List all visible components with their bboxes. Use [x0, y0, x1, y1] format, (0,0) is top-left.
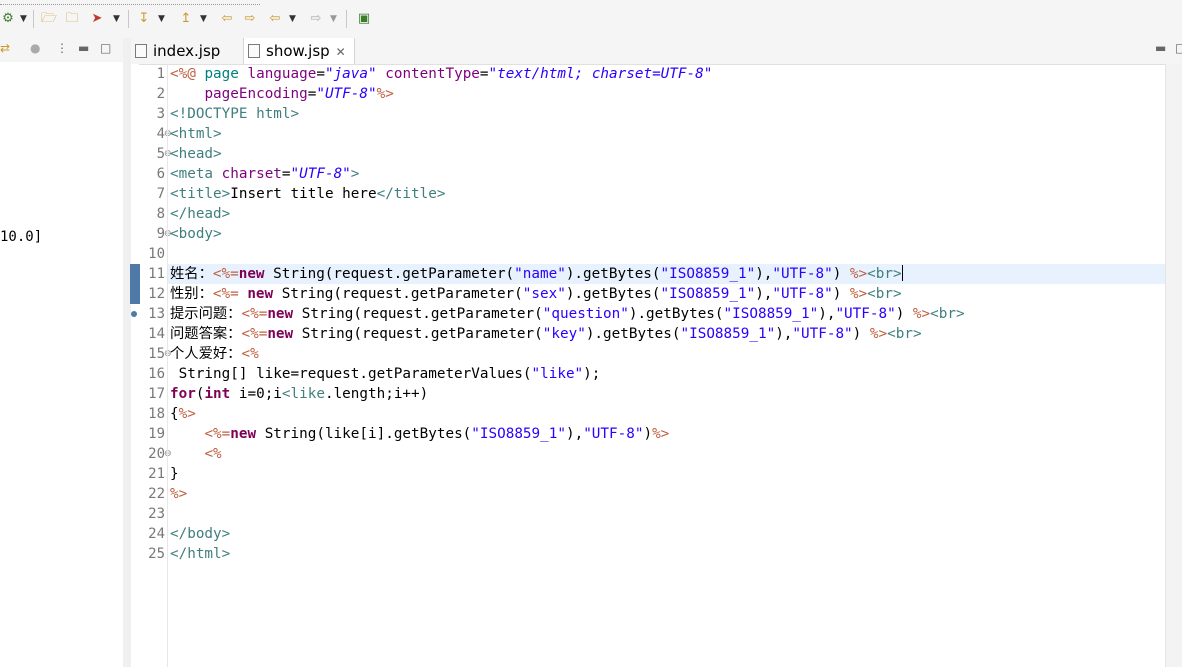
open-type-icon[interactable]: 🗀 [64, 11, 80, 27]
tab-index-jsp[interactable]: index.jsp [131, 38, 243, 64]
menu-bar-remnant [0, 0, 260, 5]
left-view-panel: ⇄ ● ⋮ ▬ □ 10.0] [0, 38, 124, 667]
forward-icon[interactable]: ⇨ [308, 11, 324, 27]
line-number: 19 [148, 426, 165, 442]
code-line[interactable]: <body> [170, 224, 222, 244]
line-number: 22 [148, 486, 165, 502]
annotation-ruler [130, 64, 140, 667]
previous-annotation-icon[interactable]: ↥ [178, 11, 194, 27]
line-number: 25 [148, 546, 165, 562]
line-number: 10 [148, 246, 165, 262]
line-number: 16 [148, 366, 165, 382]
code-line[interactable]: 提示问题：<%=new String(request.getParameter(… [170, 304, 965, 324]
editor-tabs: index.jsp show.jsp ✕ ▬ □ [131, 38, 1182, 65]
text-caret [901, 265, 903, 281]
code-line[interactable]: <html> [170, 124, 222, 144]
minimize-icon[interactable]: ▬ [78, 41, 89, 55]
tab-label: show.jsp [266, 42, 330, 60]
code-line[interactable]: 个人爱好：<% [170, 344, 259, 364]
left-view-text: 10.0] [0, 229, 43, 245]
toolbar-separator [128, 10, 129, 28]
line-number: 21 [148, 466, 165, 482]
line-number: 7 [156, 186, 165, 202]
next-annotation-icon[interactable]: ↧ [136, 11, 152, 27]
line-number: 20 [148, 446, 165, 462]
line-number-gutter: 1 2 3 4 5 6 7 8 9 10 11 12 13 14 15 16 1… [139, 64, 171, 667]
code-line[interactable]: <head> [170, 144, 222, 164]
code-line[interactable]: <title>Insert title here</title> [170, 184, 445, 204]
link-editor-icon[interactable]: ⇄ [0, 41, 10, 55]
line-number: 5 [156, 146, 165, 162]
toolbar-separator [33, 10, 34, 28]
line-number: 23 [148, 506, 165, 522]
close-tab-icon[interactable]: ✕ [336, 45, 346, 59]
code-line[interactable]: } [170, 464, 179, 484]
code-line[interactable]: {%> [170, 404, 196, 424]
line-number: 15 [148, 346, 165, 362]
new-server-dropdown-icon[interactable]: ▼ [20, 14, 27, 24]
line-number: 9 [156, 226, 165, 242]
previous-annotation-dropdown-icon[interactable]: ▼ [200, 14, 207, 24]
code-lines[interactable]: <%@ page language="java" contentType="te… [167, 64, 1166, 667]
line-number: 8 [156, 206, 165, 222]
tab-label: index.jsp [153, 42, 221, 60]
jsp-file-icon [135, 44, 147, 58]
run-dropdown-icon[interactable]: ▼ [113, 14, 120, 24]
code-editor[interactable]: 1 2 3 4 5 6 7 8 9 10 11 12 13 14 15 16 1… [130, 64, 1166, 667]
line-number: 13 [148, 306, 165, 322]
line-number: 12 [148, 286, 165, 302]
code-line[interactable]: <!DOCTYPE html> [170, 104, 299, 124]
tab-show-jsp[interactable]: show.jsp ✕ [243, 38, 355, 64]
new-server-icon[interactable]: ⚙ [0, 11, 16, 27]
sash[interactable] [123, 38, 131, 667]
code-line[interactable]: </html> [170, 544, 230, 564]
pin-editor-icon[interactable]: ▣ [356, 11, 372, 27]
code-line[interactable]: <%@ page language="java" contentType="te… [170, 64, 712, 84]
code-line[interactable]: <% [170, 444, 221, 464]
code-line[interactable]: 性别：<%= new String(request.getParameter("… [170, 284, 902, 304]
line-number: 3 [156, 106, 165, 122]
code-line[interactable]: 姓名：<%=new String(request.getParameter("n… [170, 264, 903, 284]
edit-location-icon[interactable]: ⇨ [242, 11, 258, 27]
editor-area: index.jsp show.jsp ✕ ▬ □ 1 2 3 4 5 6 7 8 … [130, 38, 1182, 667]
last-edit-icon[interactable]: ⇦ [219, 11, 235, 27]
vertical-scrollbar[interactable] [1165, 64, 1182, 667]
maximize-icon[interactable]: □ [100, 41, 111, 55]
line-number: 24 [148, 526, 165, 542]
forward-dropdown-icon[interactable]: ▼ [330, 14, 337, 24]
line-number: 14 [148, 326, 165, 342]
toolbar-separator [346, 10, 347, 28]
left-view-toolbar: ⇄ ● ⋮ ▬ □ [0, 38, 123, 62]
line-number: 1 [156, 66, 165, 82]
main-toolbar: ⚙ ▼ 🗁 🗀 ➤ ▼ ↧ ▼ ↥ ▼ ⇦ ⇨ ⇦ ▼ ⇨ ▼ ▣ [0, 0, 1182, 39]
line-number: 2 [156, 86, 165, 102]
line-number: 18 [148, 406, 165, 422]
code-line[interactable]: <%=new String(like[i].getBytes("ISO8859_… [170, 424, 669, 444]
view-menu-icon[interactable]: ⋮ [56, 41, 68, 55]
code-line[interactable]: </body> [170, 524, 230, 544]
code-line[interactable]: </head> [170, 204, 230, 224]
back-dropdown-icon[interactable]: ▼ [289, 14, 296, 24]
code-line[interactable]: pageEncoding="UTF-8"%> [170, 84, 393, 104]
code-line[interactable]: 问题答案：<%=new String(request.getParameter(… [170, 324, 922, 344]
maximize-icon[interactable]: □ [1175, 41, 1182, 55]
code-line[interactable]: <meta charset="UTF-8"> [170, 164, 359, 184]
line-number: 17 [148, 386, 165, 402]
next-annotation-dropdown-icon[interactable]: ▼ [158, 14, 165, 24]
line-number: 4 [156, 126, 165, 142]
annotation-marker[interactable] [131, 311, 137, 317]
code-line[interactable]: %> [170, 484, 187, 504]
back-icon[interactable]: ⇦ [267, 11, 283, 27]
run-icon[interactable]: ➤ [89, 11, 105, 27]
line-number: 11 [148, 266, 165, 282]
focus-icon[interactable]: ● [30, 41, 40, 55]
line-number: 6 [156, 166, 165, 182]
jsp-file-icon [248, 44, 260, 58]
open-folder-icon[interactable]: 🗁 [41, 11, 57, 27]
code-line[interactable]: for(int i=0;i<like.length;i++) [170, 384, 428, 404]
code-line[interactable]: String[] like=request.getParameterValues… [170, 364, 601, 384]
minimize-icon[interactable]: ▬ [1155, 41, 1166, 55]
